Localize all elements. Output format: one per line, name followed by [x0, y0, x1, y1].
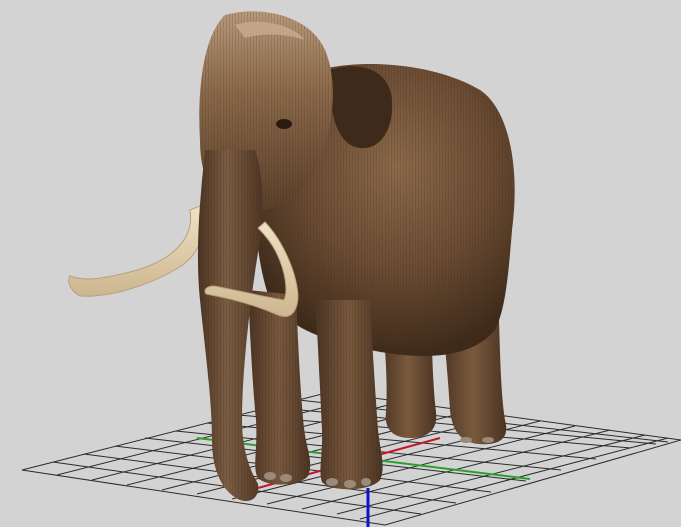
scene-canvas: [21, 11, 681, 527]
left-tusk: [68, 204, 205, 297]
3d-viewport[interactable]: [0, 0, 681, 527]
mammoth-model[interactable]: [68, 11, 515, 502]
mammoth-eye: [276, 119, 292, 129]
